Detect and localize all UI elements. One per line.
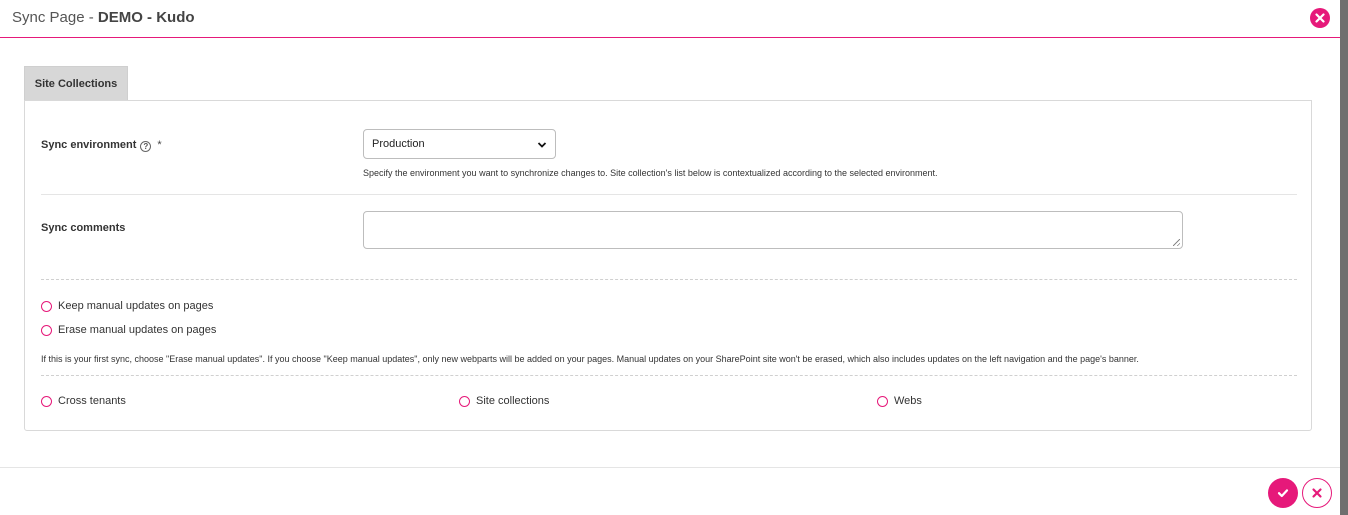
radio-circle[interactable] — [459, 395, 470, 407]
sync-environment-hint: Specify the environment you want to sync… — [363, 168, 938, 178]
help-icon[interactable]: ? — [140, 141, 152, 152]
divider — [41, 279, 1297, 280]
sync-comments-label: Sync comments — [41, 222, 126, 234]
close-dialog-button[interactable] — [1310, 8, 1330, 28]
confirm-button[interactable] — [1268, 478, 1298, 508]
tab-panel: Sync environment? * Production Specify th… — [24, 100, 1312, 431]
dialog-title: Sync Page - DEMO - Kudo — [12, 9, 195, 26]
radio-erase-manual-updates[interactable]: Erase manual updates on pages — [41, 324, 216, 336]
divider — [41, 194, 1297, 195]
dialog-header: Sync Page - DEMO - Kudo — [0, 0, 1340, 38]
radio-label: Webs — [894, 395, 922, 407]
chevron-down-icon — [537, 142, 547, 148]
radio-label: Site collections — [476, 395, 550, 407]
required-mark: * — [157, 139, 162, 151]
close-icon — [1315, 13, 1325, 23]
radio-webs[interactable]: Webs — [877, 395, 922, 407]
radio-label: Cross tenants — [58, 395, 126, 407]
tab-label: Site Collections — [34, 77, 118, 90]
radio-site-collections[interactable]: Site collections — [459, 395, 549, 407]
sync-page-dialog: Sync Page - DEMO - Kudo Site Collections… — [0, 0, 1340, 515]
cancel-button[interactable] — [1302, 478, 1332, 508]
sync-environment-label-text: Sync environment — [41, 139, 137, 151]
sync-environment-select[interactable]: Production — [363, 129, 556, 159]
radio-circle[interactable] — [41, 300, 52, 312]
title-bold: DEMO - Kudo — [97, 9, 195, 26]
radio-circle[interactable] — [41, 324, 52, 336]
divider — [41, 375, 1297, 376]
resize-handle[interactable] — [1173, 239, 1180, 246]
radio-circle[interactable] — [41, 395, 52, 407]
sync-environment-selected: Production — [372, 138, 425, 150]
radio-label: Erase manual updates on pages — [58, 324, 217, 336]
close-icon — [1312, 488, 1322, 498]
tab-site-collections[interactable]: Site Collections — [24, 66, 128, 100]
sync-environment-label: Sync environment? * — [41, 139, 162, 152]
radio-circle[interactable] — [877, 395, 888, 407]
radio-cross-tenants[interactable]: Cross tenants — [41, 395, 126, 407]
dialog-footer — [0, 467, 1340, 468]
radio-label: Keep manual updates on pages — [58, 300, 214, 312]
radio-keep-manual-updates[interactable]: Keep manual updates on pages — [41, 300, 213, 312]
sync-note: If this is your first sync, choose "Eras… — [41, 354, 1139, 364]
check-icon — [1277, 489, 1289, 498]
sync-comments-textarea[interactable] — [363, 211, 1183, 249]
title-prefix: Sync Page - — [12, 9, 98, 26]
